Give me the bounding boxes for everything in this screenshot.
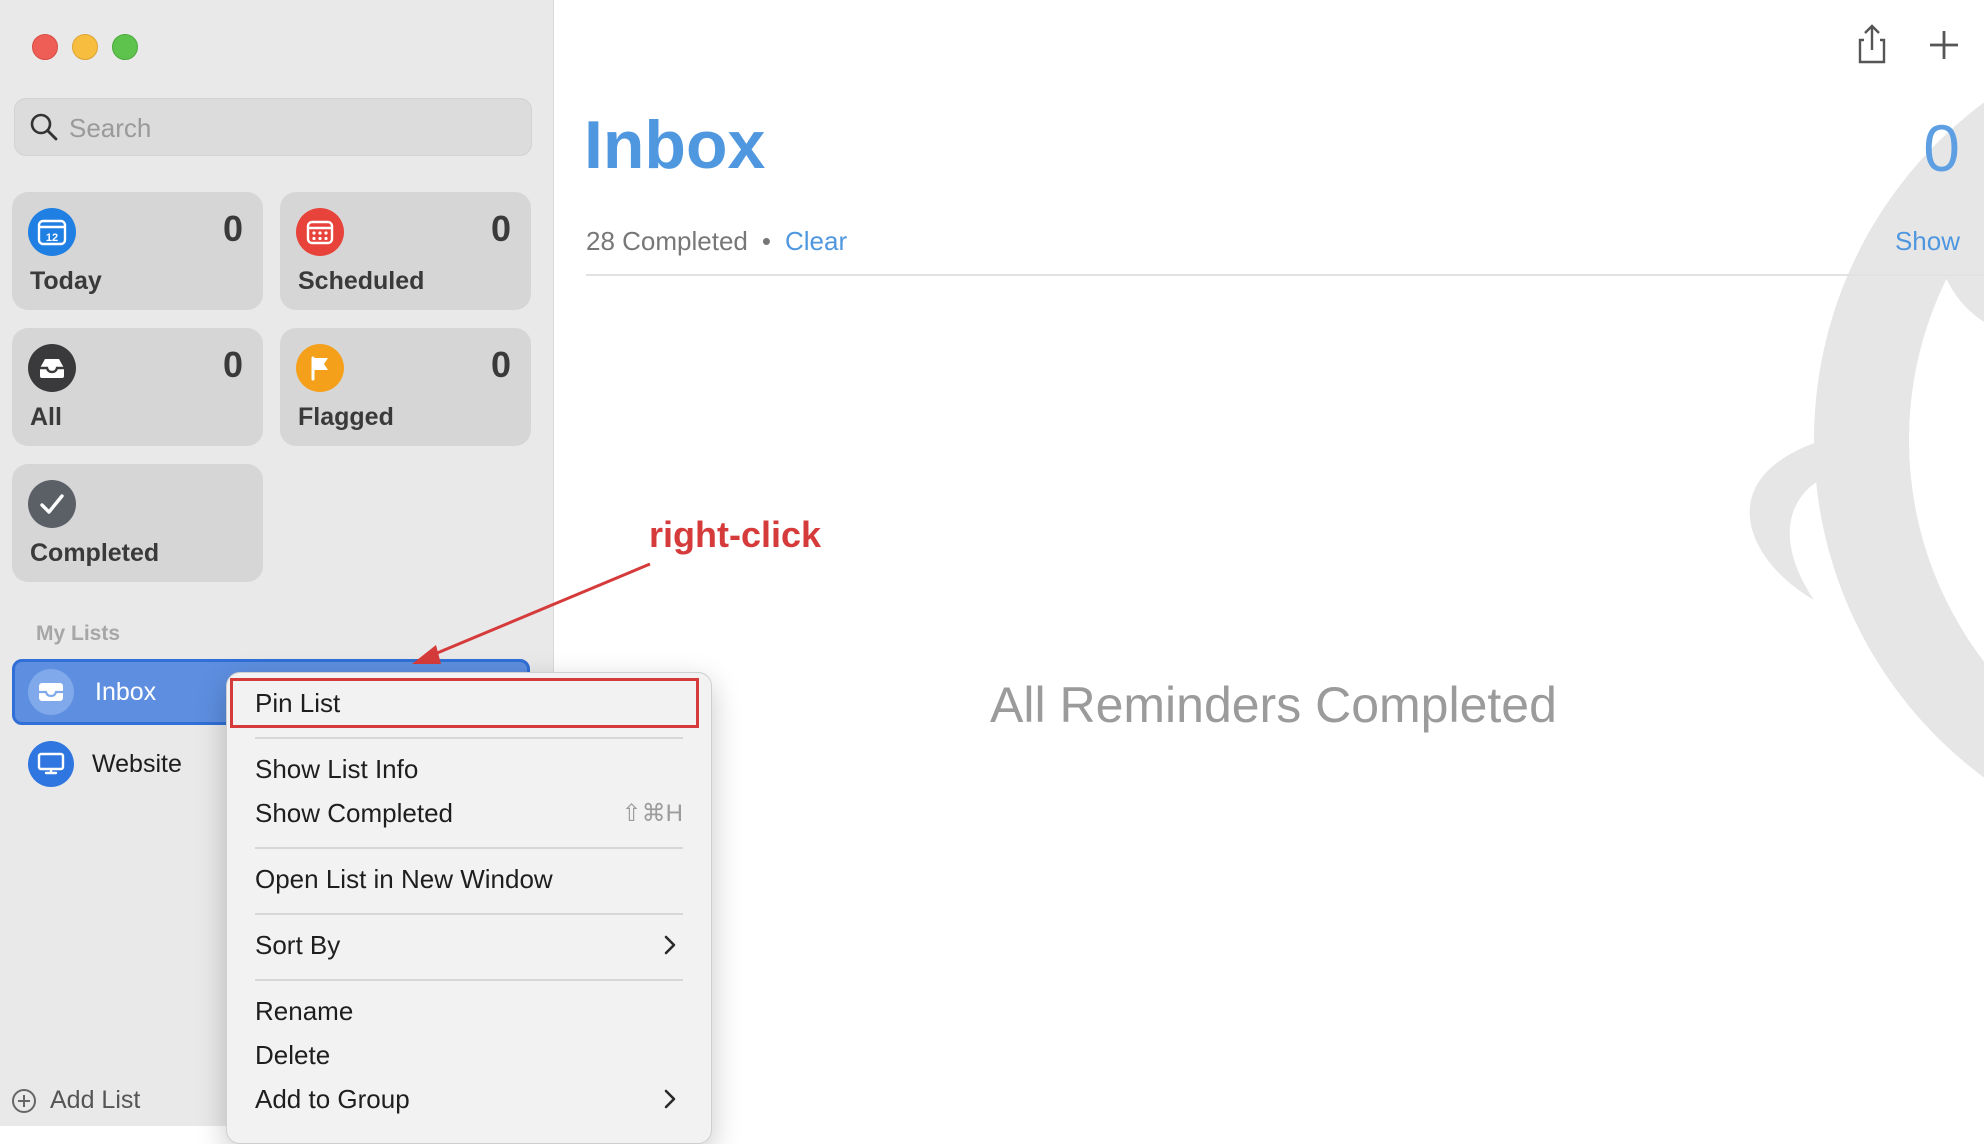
page-title: Inbox [584,107,766,183]
menu-item-delete[interactable]: Delete [255,1033,683,1077]
menu-label-open-in-new-window: Open List in New Window [255,863,553,894]
menu-separator [255,913,683,915]
add-reminder-icon[interactable] [1922,22,1966,66]
main-content: Inbox 0 28 Completed • Clear Show All Re… [554,0,1984,1126]
plus-circle-icon [12,1088,36,1113]
empty-state-message: All Reminders Completed [990,677,1557,733]
monitor-icon [28,741,74,787]
context-menu: Pin List Show List Info Show Completed ⇧… [226,672,712,1144]
calendar-grid-icon [296,208,344,256]
menu-separator [255,979,683,981]
menu-item-show-completed[interactable]: Show Completed ⇧⌘H [255,791,683,835]
share-icon[interactable] [1850,22,1894,66]
smart-list-today[interactable]: 12 0 Today [12,192,263,310]
completed-count-text: 28 Completed [586,226,748,256]
menu-label-rename: Rename [255,995,354,1026]
list-label-inbox: Inbox [95,678,157,706]
all-label: All [30,403,62,431]
zoom-window-button[interactable] [112,34,138,60]
menu-label-show-list-info: Show List Info [255,753,419,784]
today-label: Today [30,267,102,295]
search-icon [30,113,58,141]
menu-separator [255,847,683,849]
flagged-label: Flagged [298,403,394,431]
chevron-right-icon [664,935,676,955]
reminder-count: 0 [1923,111,1960,185]
header-divider [586,274,1984,276]
add-list-label: Add List [50,1086,141,1114]
smart-list-scheduled[interactable]: 0 Scheduled [280,192,531,310]
close-window-button[interactable] [32,34,58,60]
all-count: 0 [222,344,243,385]
tray-icon [28,344,76,392]
calendar-icon: 12 [28,208,76,256]
smart-list-all[interactable]: 0 All [12,328,263,446]
scheduled-label: Scheduled [298,267,425,295]
scheduled-count: 0 [490,208,511,249]
completed-label: Completed [30,539,160,567]
menu-label-add-to-group: Add to Group [255,1083,410,1114]
show-completed-link[interactable]: Show [1895,226,1960,257]
search-input[interactable] [67,99,511,157]
list-label-website: Website [92,750,182,778]
smart-list-flagged[interactable]: 0 Flagged [280,328,531,446]
clear-completed-link[interactable]: Clear [785,226,847,257]
menu-item-sort-by[interactable]: Sort By [255,923,683,967]
add-list-button[interactable]: Add List [10,1086,140,1115]
menu-item-rename[interactable]: Rename [255,989,683,1033]
menu-label-show-completed: Show Completed [255,797,453,828]
my-lists-heading: My Lists [36,622,121,645]
flag-icon [296,344,344,392]
completed-summary: 28 Completed • Clear [586,226,847,257]
menu-item-show-list-info[interactable]: Show List Info [255,747,683,791]
flagged-count: 0 [490,344,511,385]
chevron-right-icon [664,1089,676,1109]
menu-item-open-in-new-window[interactable]: Open List in New Window [255,857,683,901]
menu-label-sort-by: Sort By [255,929,341,960]
calendar-icon-text: 12 [46,232,58,244]
smart-list-completed[interactable]: Completed [12,464,263,582]
minimize-window-button[interactable] [72,34,98,60]
annotation-label: right-click [649,514,822,555]
separator-dot: • [761,226,771,256]
menu-separator [255,737,683,739]
menu-shortcut-show-completed: ⇧⌘H [621,799,683,827]
today-count: 0 [222,208,243,249]
menu-label-delete: Delete [255,1039,331,1070]
inbox-tray-icon [28,669,74,715]
menu-label-pin-list: Pin List [255,687,341,718]
checkmark-icon [28,480,76,528]
search-bar[interactable] [14,98,532,157]
menu-item-pin-list[interactable]: Pin List [255,681,683,725]
menu-item-add-to-group[interactable]: Add to Group [255,1077,683,1121]
